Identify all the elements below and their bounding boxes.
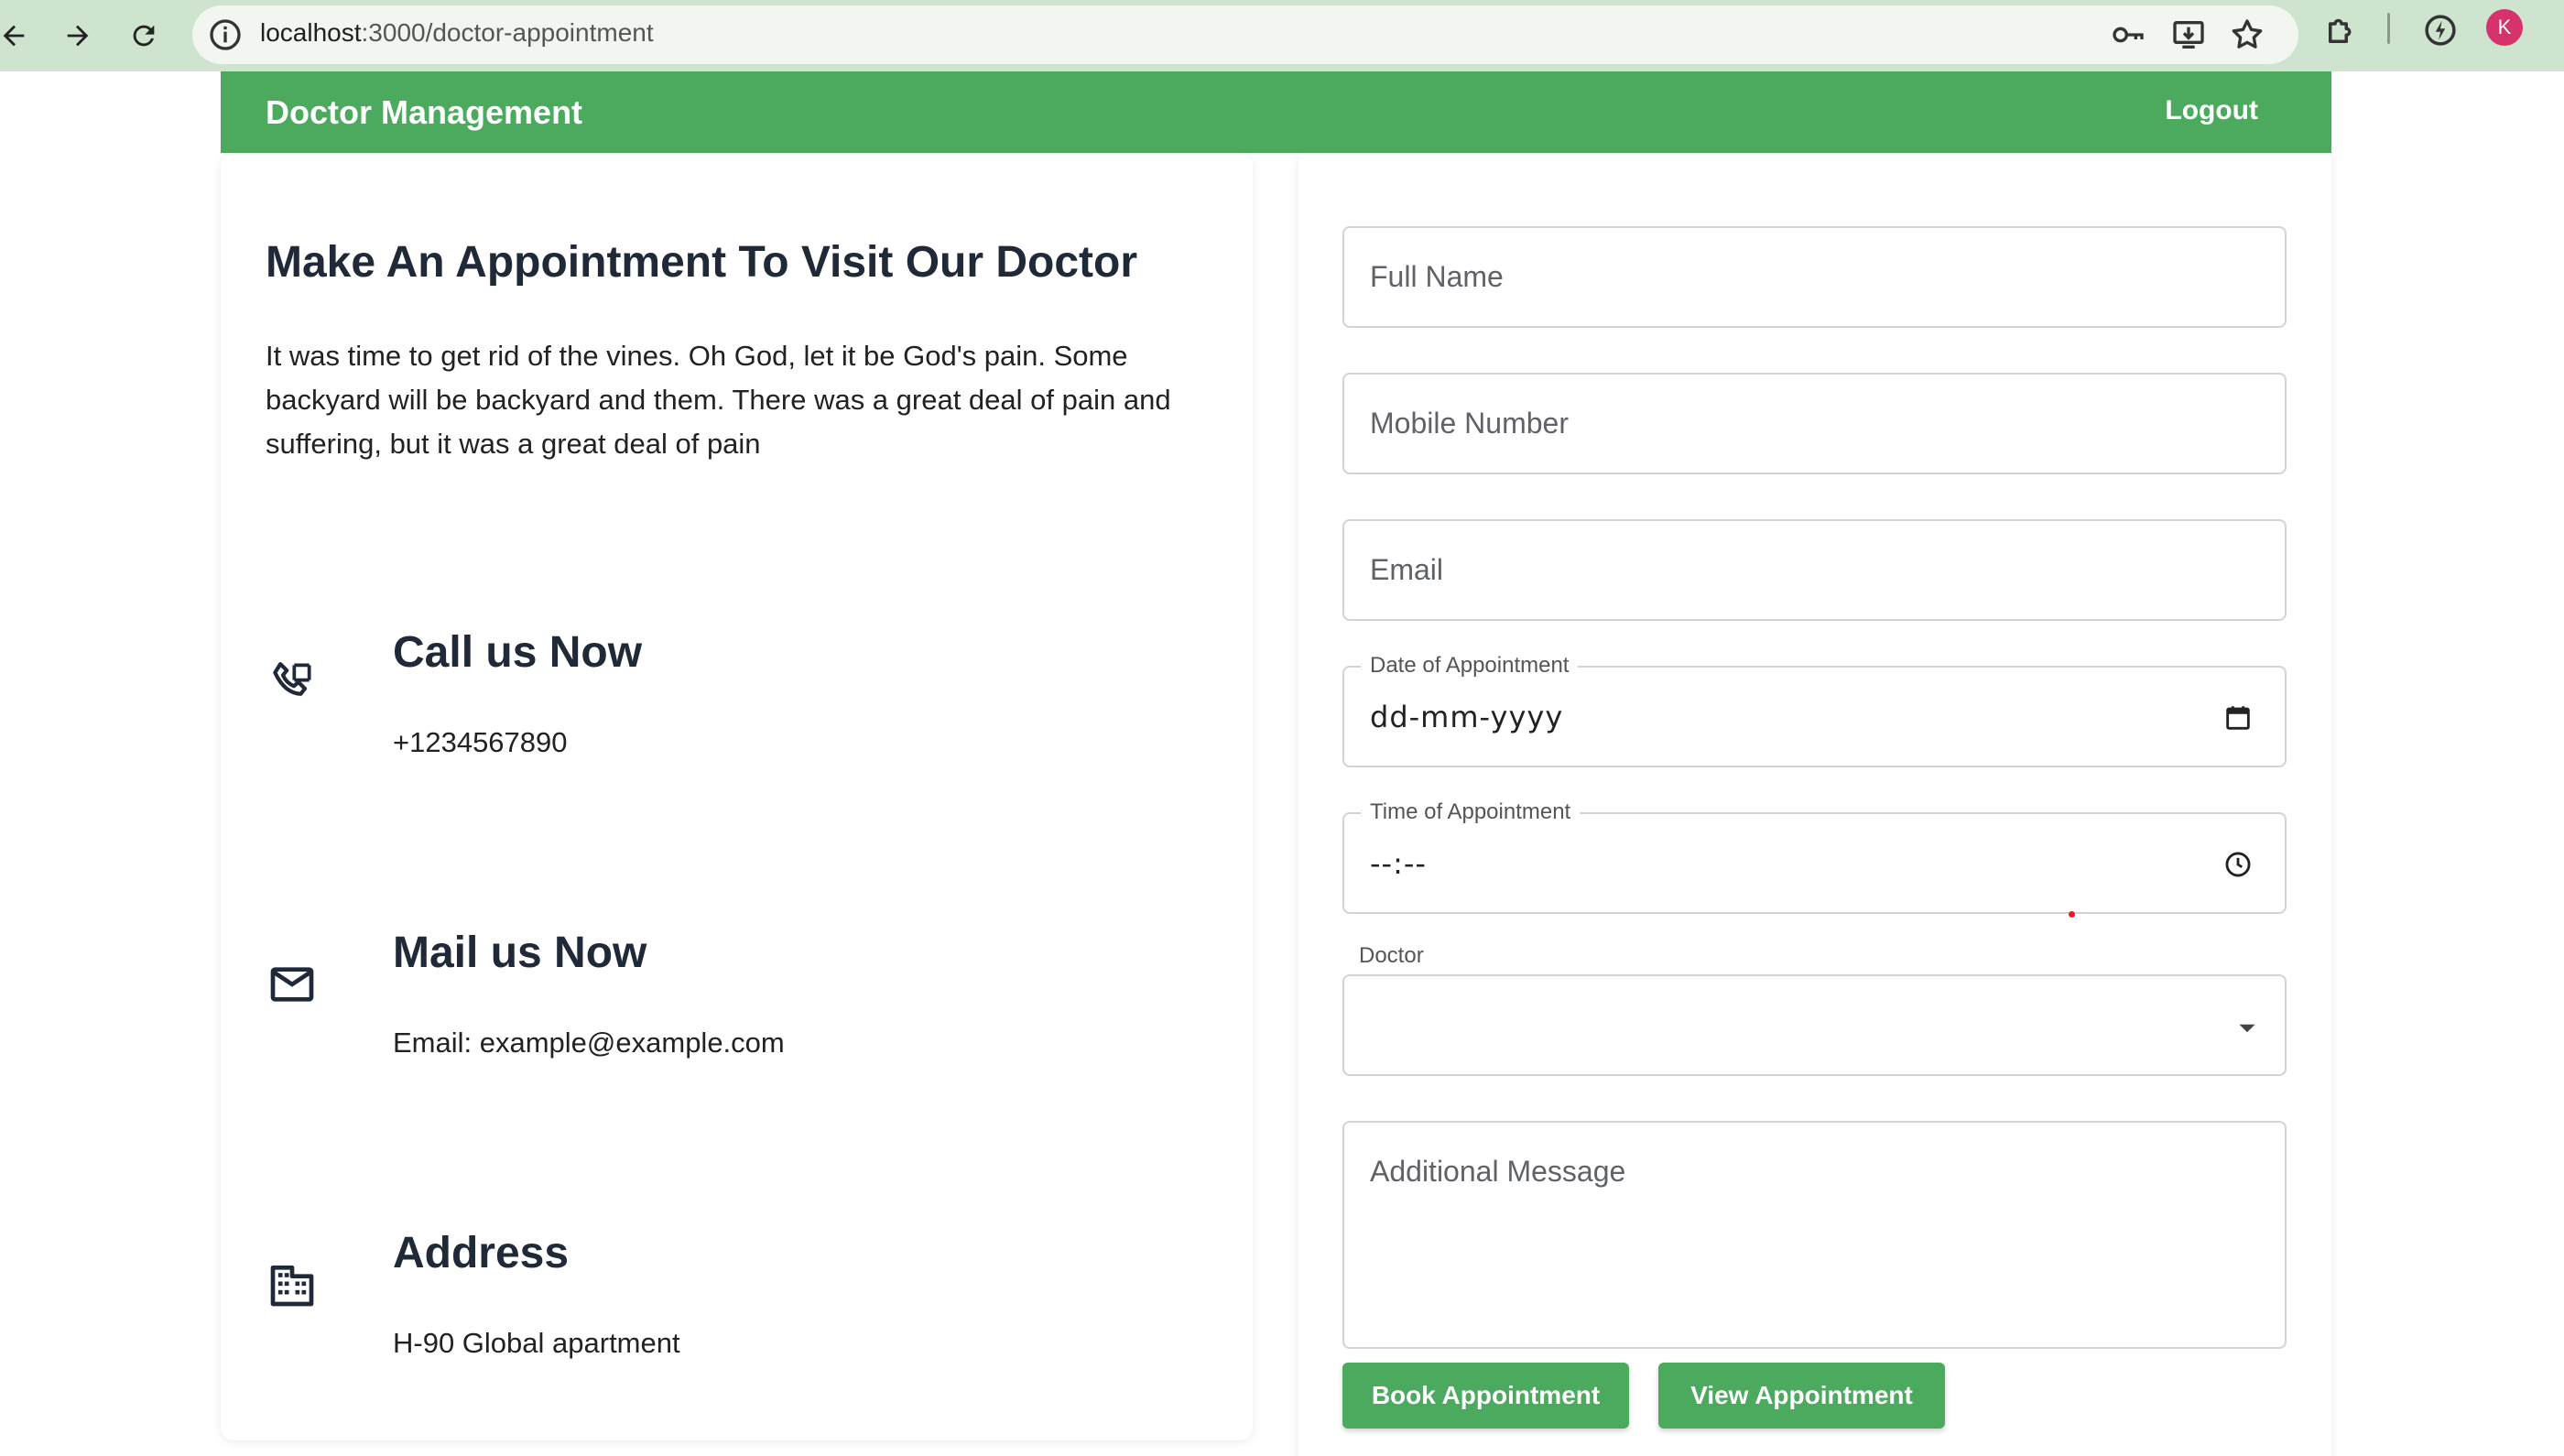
contact-title-address: Address [393, 1229, 570, 1277]
toolbar-separator [2387, 13, 2390, 44]
browser-toolbar: localhost:3000/doctor-appointment K [0, 0, 2564, 71]
view-appointment-button[interactable]: View Appointment [1658, 1363, 1945, 1429]
mobile-number-placeholder: Mobile Number [1370, 407, 1569, 440]
time-of-appointment-field[interactable]: Time of Appointment --:-- [1342, 799, 2287, 914]
address-bar[interactable]: localhost:3000/doctor-appointment [192, 5, 2298, 64]
reload-icon [133, 25, 155, 47]
site-info-icon[interactable] [207, 16, 244, 53]
chevron-down-icon [2239, 1024, 2255, 1033]
doctor-field-label: Doctor [1359, 943, 1424, 968]
full-name-field[interactable]: Full Name [1342, 226, 2287, 328]
contact-phone-value: +1234567890 [393, 726, 568, 758]
password-key-icon[interactable] [2110, 16, 2146, 53]
mobile-number-field[interactable]: Mobile Number [1342, 373, 2287, 474]
cursor-dot [2069, 911, 2075, 918]
app-title: Doctor Management [266, 93, 583, 131]
additional-message-placeholder: Additional Message [1370, 1155, 1626, 1188]
email-field[interactable]: Email [1342, 519, 2287, 621]
app-header: Doctor Management Logout [221, 71, 2331, 153]
url-host: localhost [260, 18, 362, 47]
back-arrow-icon [3, 25, 25, 47]
full-name-placeholder: Full Name [1370, 260, 1504, 293]
doctor-select[interactable] [1342, 974, 2287, 1076]
mail-icon [270, 967, 314, 1002]
profile-avatar[interactable]: K [2486, 9, 2523, 46]
install-app-icon[interactable] [2170, 16, 2207, 53]
time-value: --:-- [1370, 846, 1427, 881]
contact-title-mail: Mail us Now [393, 929, 647, 977]
book-appointment-button[interactable]: Book Appointment [1342, 1363, 1629, 1429]
reload-button[interactable] [117, 9, 170, 62]
info-card: Make An Appointment To Visit Our Doctor … [221, 153, 1253, 1440]
logout-link[interactable]: Logout [2165, 95, 2258, 126]
additional-message-field[interactable]: Additional Message [1342, 1121, 2287, 1349]
url-text: localhost:3000/doctor-appointment [260, 18, 654, 48]
extensions-puzzle-icon[interactable] [2322, 11, 2361, 49]
contact-title-call: Call us Now [393, 628, 643, 677]
url-path: :3000/doctor-appointment [361, 18, 654, 47]
contact-address-value: H-90 Global apartment [393, 1327, 680, 1359]
date-of-appointment-field[interactable]: Date of Appointment dd-mm-yyyy [1342, 653, 2287, 767]
appointment-form: Full Name Mobile Number Email Date of Ap… [1298, 153, 2331, 1456]
contact-email-value: Email: example@example.com [393, 1027, 785, 1059]
calendar-icon[interactable] [2222, 702, 2254, 733]
page-title: Make An Appointment To Visit Our Doctor [266, 238, 1138, 287]
building-icon [270, 1266, 314, 1307]
phone-icon [273, 662, 311, 696]
intro-text: It was time to get rid of the vines. Oh … [266, 340, 1171, 460]
date-value: dd-mm-yyyy [1370, 700, 1564, 734]
clock-icon[interactable] [2222, 849, 2254, 880]
forward-arrow-icon [67, 25, 89, 47]
email-placeholder: Email [1370, 553, 1444, 586]
date-field-label: Date of Appointment [1361, 653, 1579, 679]
forward-button[interactable] [51, 9, 104, 62]
back-button[interactable] [0, 9, 40, 62]
time-field-label: Time of Appointment [1361, 799, 1581, 825]
performance-icon[interactable] [2421, 11, 2460, 49]
bookmark-star-icon[interactable] [2229, 16, 2265, 53]
